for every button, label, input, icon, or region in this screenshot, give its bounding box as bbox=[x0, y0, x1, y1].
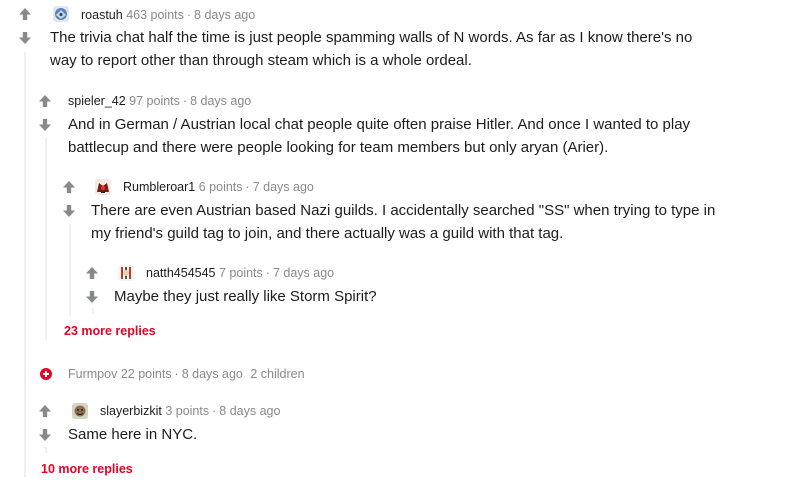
comment-text-line: And in German / Austrian local chat peop… bbox=[68, 116, 691, 133]
timestamp[interactable]: 8 days ago bbox=[190, 94, 251, 108]
points: 97 points bbox=[129, 94, 180, 108]
separator: · bbox=[245, 180, 250, 194]
downvote-arrow-icon[interactable] bbox=[38, 428, 52, 442]
upvote-arrow-icon[interactable] bbox=[18, 7, 32, 21]
author-name[interactable]: roastuh bbox=[81, 8, 123, 22]
comment-text-line: way to report other than through steam w… bbox=[50, 52, 472, 69]
separator: · bbox=[265, 266, 270, 280]
comment-text-line: Same here in NYC. bbox=[68, 426, 198, 443]
points: 463 points bbox=[126, 8, 184, 22]
comment-meta: roastuh 463 points · 8 days ago bbox=[81, 7, 255, 23]
thread-line-level1[interactable] bbox=[24, 52, 26, 477]
author-name[interactable]: Furmpov bbox=[68, 367, 117, 381]
upvote-arrow-icon[interactable] bbox=[38, 94, 52, 108]
thread-line-slayer[interactable] bbox=[45, 447, 47, 453]
separator: · bbox=[174, 367, 179, 381]
comment-body: Maybe they just really like Storm Spirit… bbox=[114, 285, 377, 308]
more-replies-link[interactable]: 10 more replies bbox=[41, 461, 133, 477]
separator: · bbox=[186, 8, 192, 22]
points: 6 points bbox=[198, 180, 243, 194]
thread-line-level4[interactable] bbox=[92, 308, 94, 314]
timestamp[interactable]: 7 days ago bbox=[253, 180, 314, 194]
comment-meta: spieler_42 97 points · 8 days ago bbox=[68, 93, 251, 109]
thread-line-level2[interactable] bbox=[45, 138, 47, 340]
comment-meta: natth454545 7 points · 7 days ago bbox=[146, 265, 334, 281]
comment-meta: slayerbizkit 3 points · 8 days ago bbox=[100, 403, 280, 419]
comment-body: The trivia chat half the time is just pe… bbox=[50, 26, 692, 72]
author-name[interactable]: Rumbleroar1 bbox=[123, 180, 195, 194]
upvote-arrow-icon[interactable] bbox=[38, 404, 52, 418]
avatar[interactable] bbox=[72, 403, 88, 419]
timestamp[interactable]: 8 days ago bbox=[219, 404, 280, 418]
avatar[interactable] bbox=[95, 179, 111, 195]
downvote-arrow-icon[interactable] bbox=[18, 31, 32, 45]
children-count: 2 children bbox=[250, 367, 305, 381]
comment-text-line: Maybe they just really like Storm Spirit… bbox=[114, 288, 377, 305]
points: 7 points bbox=[219, 266, 263, 280]
author-name[interactable]: slayerbizkit bbox=[100, 404, 162, 418]
plus-circle-icon[interactable] bbox=[40, 368, 52, 380]
downvote-arrow-icon[interactable] bbox=[38, 118, 52, 132]
downvote-arrow-icon[interactable] bbox=[85, 290, 99, 304]
points: 3 points bbox=[165, 404, 210, 418]
avatar[interactable] bbox=[53, 6, 69, 22]
comment-body: There are even Austrian based Nazi guild… bbox=[91, 199, 715, 245]
points: 22 points bbox=[120, 367, 172, 381]
comment-text-line: battlecup and there were people looking … bbox=[68, 139, 609, 156]
comment-meta: Rumbleroar1 6 points · 7 days ago bbox=[123, 179, 314, 195]
collapsed-comment-meta[interactable]: Furmpov 22 points · 8 days ago 2 children bbox=[68, 366, 305, 382]
timestamp[interactable]: 8 days ago bbox=[182, 367, 243, 381]
thread-line-level3[interactable] bbox=[69, 224, 71, 316]
comment-text-line: There are even Austrian based Nazi guild… bbox=[91, 202, 716, 219]
more-replies-link[interactable]: 23 more replies bbox=[64, 323, 156, 339]
separator: · bbox=[212, 404, 217, 418]
timestamp[interactable]: 7 days ago bbox=[273, 266, 334, 280]
comment-body: And in German / Austrian local chat peop… bbox=[68, 113, 690, 159]
downvote-arrow-icon[interactable] bbox=[62, 204, 76, 218]
comment-text-line: my friend's guild tag to join, and there… bbox=[91, 225, 564, 242]
author-name[interactable]: spieler_42 bbox=[68, 94, 126, 108]
author-name[interactable]: natth454545 bbox=[146, 266, 216, 280]
comment-text-line: The trivia chat half the time is just pe… bbox=[50, 29, 693, 46]
upvote-arrow-icon[interactable] bbox=[85, 266, 99, 280]
separator: · bbox=[182, 94, 188, 108]
timestamp[interactable]: 8 days ago bbox=[194, 8, 255, 22]
comment-body: Same here in NYC. bbox=[68, 423, 197, 446]
avatar[interactable] bbox=[118, 265, 134, 281]
upvote-arrow-icon[interactable] bbox=[62, 180, 76, 194]
